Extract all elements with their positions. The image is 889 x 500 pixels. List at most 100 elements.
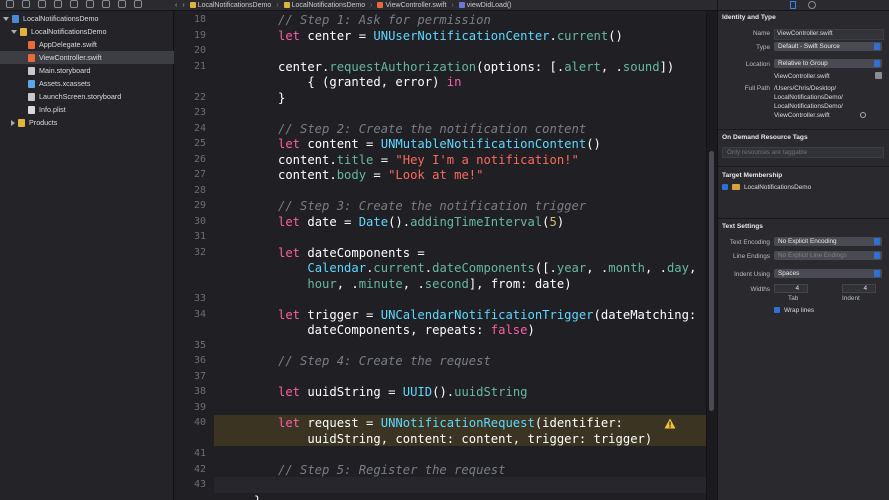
nav-item-infoplist[interactable]: Info.plist bbox=[0, 103, 201, 116]
code-token: current bbox=[373, 261, 425, 275]
editor-scrollbar[interactable] bbox=[706, 11, 717, 500]
crumb-label: LocalNotificationsDemo bbox=[197, 1, 272, 9]
forward-arrow-icon[interactable]: › bbox=[182, 2, 184, 9]
source-control-icon[interactable] bbox=[22, 0, 30, 8]
symbol-navigator-icon[interactable] bbox=[38, 0, 46, 8]
code-line[interactable]: } bbox=[254, 494, 261, 500]
code-line[interactable]: let content = UNMutableNotificationConte… bbox=[278, 137, 601, 151]
code-line[interactable]: uuidString, content: content, trigger: t… bbox=[278, 432, 652, 446]
code-line[interactable]: let trigger = UNCalendarNotificationTrig… bbox=[278, 308, 696, 322]
code-token: ], from: date) bbox=[468, 276, 572, 291]
nav-item-main-storyboard[interactable]: Main.storyboard bbox=[0, 64, 201, 77]
line-number: 27 bbox=[193, 169, 206, 180]
wrap-lines-label: Wrap lines bbox=[784, 307, 815, 314]
find-navigator-icon[interactable] bbox=[54, 0, 62, 8]
breakpoint-navigator-icon[interactable] bbox=[118, 0, 126, 8]
code-line[interactable]: let uuidString = UUID().uuidString bbox=[278, 385, 528, 399]
code-token: 5 bbox=[549, 214, 557, 229]
line-endings-popup[interactable]: No Explicit Line Endings bbox=[774, 251, 882, 260]
nav-item-group[interactable]: LocalNotificationsDemo bbox=[0, 25, 184, 38]
folder-icon bbox=[20, 27, 27, 36]
code-token: body bbox=[336, 168, 367, 182]
fullpath-line: LocalNotificationsDemo/ bbox=[774, 103, 843, 110]
code-editor[interactable]: 18 19 20 21 22 23 24 25 26 27 28 29 30 31 32 33 34 35 36 37… bbox=[174, 11, 706, 500]
code-token: "Hey I'm a notification!" bbox=[395, 152, 579, 167]
back-arrow-icon[interactable]: ‹ bbox=[175, 2, 177, 9]
jumpbar-crumb-project[interactable]: LocalNotificationsDemo bbox=[189, 1, 272, 9]
folder-reveal-icon[interactable] bbox=[875, 72, 882, 79]
code-token: let bbox=[278, 137, 301, 151]
line-number: 29 bbox=[193, 200, 206, 211]
project-icon bbox=[12, 14, 19, 23]
odr-tags-field[interactable]: Only resources are taggable bbox=[722, 147, 884, 158]
folder-navigator-icon[interactable] bbox=[6, 0, 14, 8]
code-line[interactable]: let date = Date().addingTimeInterval(5) bbox=[278, 215, 564, 229]
code-token: ) bbox=[556, 214, 565, 229]
jumpbar-crumb-group[interactable]: LocalNotificationsDemo bbox=[283, 2, 365, 9]
nav-item-project[interactable]: LocalNotificationsDemo bbox=[0, 12, 176, 25]
nav-item-products[interactable]: Products bbox=[0, 116, 184, 129]
code-line[interactable]: // Step 4: Create the request bbox=[278, 354, 491, 368]
line-number: 20 bbox=[193, 45, 206, 56]
report-navigator-icon[interactable] bbox=[134, 0, 142, 8]
jumpbar-crumb-method[interactable]: viewDidLoad() bbox=[458, 2, 512, 9]
code-line[interactable]: let request = UNNotificationRequest(iden… bbox=[278, 416, 623, 430]
crumb-label: ViewController.swift bbox=[385, 1, 447, 9]
indent-using-popup[interactable]: Spaces bbox=[774, 269, 882, 278]
nav-item-appdelegate[interactable]: AppDelegate.swift bbox=[0, 38, 201, 51]
scroll-thumb[interactable] bbox=[709, 151, 714, 411]
nav-item-assets[interactable]: Assets.xcassets bbox=[0, 77, 201, 90]
type-popup[interactable]: Default - Swift Source bbox=[774, 42, 882, 51]
line-endings-value: No Explicit Line Endings bbox=[778, 252, 847, 259]
debug-navigator-icon[interactable] bbox=[102, 0, 110, 8]
test-navigator-icon[interactable] bbox=[86, 0, 94, 8]
file-inspector-tab-icon[interactable] bbox=[790, 1, 796, 9]
location-popup[interactable]: Relative to Group bbox=[774, 59, 882, 68]
indent-width-stepper[interactable]: 4 bbox=[842, 284, 876, 293]
issue-navigator-icon[interactable] bbox=[70, 0, 78, 8]
code-line[interactable]: { (granted, error) in bbox=[278, 75, 461, 89]
inspector-tabs bbox=[718, 0, 889, 11]
nav-item-launchscreen[interactable]: LaunchScreen.storyboard bbox=[0, 90, 201, 103]
code-token: ( bbox=[542, 214, 550, 229]
code-line[interactable]: let dateComponents = bbox=[278, 246, 425, 260]
assets-icon bbox=[28, 79, 35, 88]
code-line[interactable]: hour, .minute, .second], from: date) bbox=[278, 276, 572, 291]
code-line[interactable]: dateComponents, repeats: false) bbox=[278, 323, 534, 337]
nav-item-viewcontroller[interactable]: ViewController.swift bbox=[0, 51, 201, 64]
disclosure-triangle-icon[interactable] bbox=[11, 119, 15, 126]
code-line[interactable]: // Step 5: Register the request bbox=[278, 463, 505, 477]
target-membership-checkbox[interactable] bbox=[722, 184, 728, 190]
name-field[interactable]: ViewController.swift bbox=[774, 29, 884, 40]
code-token: ([. bbox=[534, 261, 557, 275]
popup-arrows-icon bbox=[874, 60, 880, 67]
code-line[interactable]: } bbox=[278, 91, 285, 105]
code-line[interactable]: // Step 2: Create the notification conte… bbox=[278, 122, 586, 136]
code-line[interactable]: let center = UNUserNotificationCenter.cu… bbox=[278, 29, 623, 43]
encoding-popup[interactable]: No Explicit Encoding bbox=[774, 237, 882, 246]
tab-caption: Tab bbox=[788, 295, 799, 302]
nav-item-label: Main.storyboard bbox=[39, 66, 91, 75]
identity-section-title: Identity and Type bbox=[722, 14, 776, 21]
code-line[interactable]: // Step 3: Create the notification trigg… bbox=[278, 199, 586, 213]
reveal-arrow-icon[interactable] bbox=[860, 112, 866, 118]
tab-width-stepper[interactable]: 4 bbox=[774, 284, 808, 293]
code-line[interactable]: // Step 1: Ask for permission bbox=[278, 13, 491, 27]
wrap-lines-checkbox[interactable] bbox=[774, 307, 780, 313]
code-line[interactable]: content.body = "Look at me!" bbox=[278, 168, 483, 182]
warning-icon[interactable] bbox=[664, 418, 676, 429]
jumpbar-crumb-file[interactable]: ViewController.swift bbox=[377, 2, 446, 9]
disclosure-triangle-icon[interactable] bbox=[11, 29, 17, 34]
code-token: UNUserNotificationCenter bbox=[373, 28, 550, 43]
location-file: ViewController.swift bbox=[774, 73, 830, 80]
disclosure-triangle-icon[interactable] bbox=[3, 16, 9, 21]
widths-label: Widths bbox=[750, 286, 770, 293]
swift-file-icon bbox=[28, 53, 35, 62]
code-token: // Step 3: Create the notification trigg… bbox=[278, 199, 587, 213]
line-number: 26 bbox=[193, 153, 206, 165]
code-line[interactable]: center.requestAuthorization(options: [.a… bbox=[278, 60, 674, 74]
code-line[interactable]: Calendar.current.dateComponents([.year, … bbox=[278, 261, 706, 275]
quick-help-tab-icon[interactable] bbox=[808, 1, 816, 9]
line-number: 33 bbox=[193, 293, 206, 304]
code-line[interactable]: content.title = "Hey I'm a notification!… bbox=[278, 153, 579, 167]
